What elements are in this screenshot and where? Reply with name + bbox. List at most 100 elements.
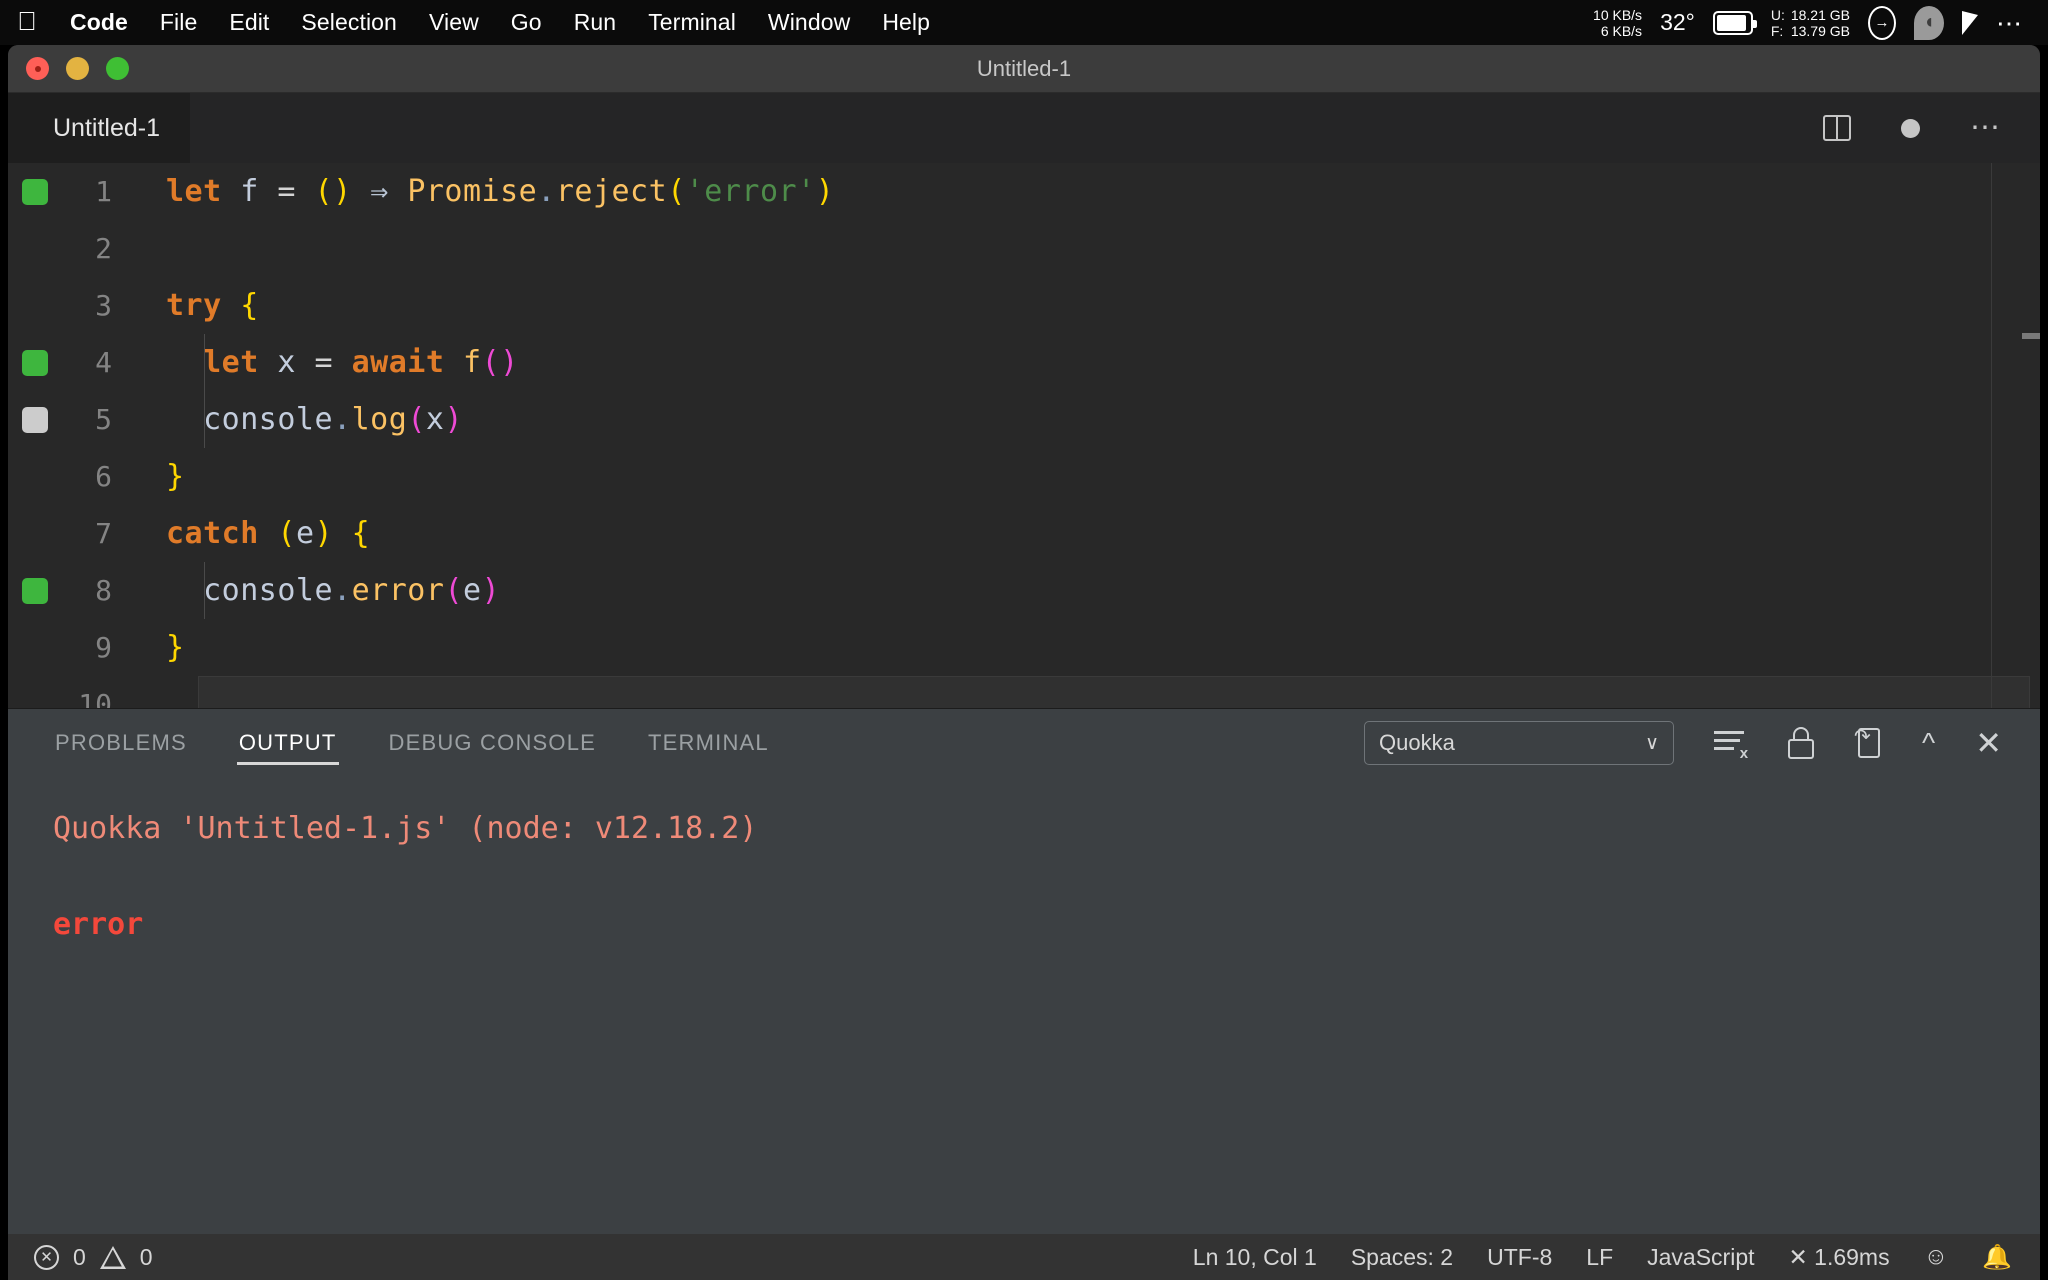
more-actions-icon[interactable]: ⋯: [1970, 113, 2002, 143]
code-token: 'error': [685, 174, 816, 209]
flag-icon[interactable]: [1962, 10, 1978, 35]
panel-tab-debug-console[interactable]: DEBUG CONSOLE: [387, 709, 599, 777]
open-in-editor-icon[interactable]: ↷: [1854, 726, 1882, 760]
code-token: {: [351, 516, 371, 551]
code-token: =: [314, 345, 334, 380]
code-line[interactable]: 9}: [8, 619, 2040, 676]
quokka-gutter-marker: [22, 521, 48, 547]
code-token: let: [203, 345, 259, 380]
menu-item-file[interactable]: File: [144, 9, 213, 36]
output-content[interactable]: Quokka 'Untitled-1.js' (node: v12.18.2) …: [8, 777, 2040, 1280]
menu-item-selection[interactable]: Selection: [285, 9, 413, 36]
code-token: .: [333, 402, 352, 437]
apple-logo-icon[interactable]: : [0, 8, 54, 37]
battery-icon[interactable]: [1712, 10, 1757, 35]
code-text: let x = await f(): [166, 345, 519, 380]
panel-tab-output[interactable]: OUTPUT: [236, 709, 339, 777]
warning-triangle-icon[interactable]: [99, 1245, 126, 1269]
code-line[interactable]: 2: [8, 220, 2040, 277]
disk-used-value: 18.21 GB: [1790, 6, 1850, 23]
indentation-setting[interactable]: Spaces: 2: [1351, 1244, 1453, 1271]
editor-lines: 1 let f = () ⇒ Promise.reject('error') 2 3 t…: [8, 163, 2040, 708]
menu-item-help[interactable]: Help: [866, 9, 946, 36]
code-line[interactable]: 4 let x = await f(): [8, 334, 2040, 391]
line-number: 9: [95, 631, 112, 664]
panel-tab-problems[interactable]: PROBLEMS: [53, 709, 189, 777]
quokka-gutter-marker: [22, 293, 48, 319]
circle-arrow-icon[interactable]: →: [1868, 5, 1896, 40]
line-number: 3: [95, 289, 112, 322]
tab-untitled-1[interactable]: Untitled-1: [8, 93, 190, 163]
quokka-gutter-marker: [22, 464, 48, 490]
split-editor-icon[interactable]: [1823, 115, 1851, 141]
net-upload-speed: 10 KB/s: [1593, 6, 1643, 23]
quokka-gutter-marker: [22, 577, 48, 604]
encoding-setting[interactable]: UTF-8: [1487, 1244, 1552, 1271]
maximize-panel-icon[interactable]: ^: [1922, 729, 1935, 757]
quokka-run-time[interactable]: ✕ 1.69ms: [1789, 1244, 1890, 1271]
editor-overview-ruler: [1991, 163, 1992, 708]
language-mode[interactable]: JavaScript: [1647, 1244, 1754, 1271]
menu-item-code[interactable]: Code: [54, 9, 144, 36]
code-token: e: [463, 573, 482, 608]
menu-item-edit[interactable]: Edit: [213, 9, 285, 36]
swirl-icon[interactable]: ◖: [1914, 5, 1944, 40]
close-panel-icon[interactable]: ✕: [1975, 727, 2002, 759]
menu-item-run[interactable]: Run: [558, 9, 633, 36]
code-token: ): [333, 174, 352, 209]
window-title: Untitled-1: [976, 55, 1072, 81]
ellipsis-icon[interactable]: ⋯: [1996, 10, 2024, 36]
feedback-icon[interactable]: ☺: [1924, 1243, 1949, 1271]
editor-scrollbar-thumb[interactable]: [2022, 333, 2040, 339]
unsaved-dot-icon[interactable]: [1901, 118, 1920, 138]
editor-actions: ⋯: [1823, 113, 2040, 143]
code-line[interactable]: 10: [8, 676, 2040, 708]
code-line[interactable]: 5 console.log(x): [8, 391, 2040, 448]
code-token: {: [240, 288, 259, 323]
code-token: .: [537, 174, 556, 209]
status-bar: ✕ 0 0 Ln 10, Col 1 Spaces: 2 UTF-8 LF Ja…: [8, 1234, 2040, 1280]
lock-scroll-icon[interactable]: [1788, 727, 1815, 759]
code-text: try {: [166, 288, 259, 323]
panel-tabs: PROBLEMS OUTPUT DEBUG CONSOLE TERMINAL: [53, 709, 819, 777]
menu-item-go[interactable]: Go: [495, 9, 558, 36]
code-editor[interactable]: 1 let f = () ⇒ Promise.reject('error') 2 3 t…: [8, 163, 2040, 708]
error-circle-icon[interactable]: ✕: [34, 1244, 59, 1270]
code-line[interactable]: 6}: [8, 448, 2040, 505]
editor-scrollbar[interactable]: [2022, 163, 2040, 708]
code-token: ): [444, 402, 463, 437]
clear-output-icon[interactable]: x: [1714, 728, 1748, 762]
code-line[interactable]: 7 catch (e) {: [8, 505, 2040, 562]
status-bar-right: Ln 10, Col 1 Spaces: 2 UTF-8 LF JavaScri…: [1193, 1243, 2012, 1272]
macos-status-items: 10 KB/s 6 KB/s 32° U: F: 18.21 GB 13.79 …: [1593, 5, 2030, 40]
panel-tab-terminal[interactable]: TERMINAL: [646, 709, 771, 777]
bottom-panel: PROBLEMS OUTPUT DEBUG CONSOLE TERMINAL Quok…: [8, 708, 2040, 1280]
code-token: catch: [166, 516, 259, 551]
output-channel-select[interactable]: Quokka ∨: [1364, 721, 1675, 765]
warnings-count[interactable]: 0: [140, 1244, 153, 1271]
indent-guide: [204, 562, 205, 619]
code-line[interactable]: 8 console.error(e): [8, 562, 2040, 619]
notifications-bell-icon[interactable]: 🔔: [1982, 1243, 2012, 1272]
menu-item-view[interactable]: View: [413, 9, 495, 36]
cursor-position[interactable]: Ln 10, Col 1: [1193, 1244, 1317, 1271]
code-token: reject: [555, 174, 668, 209]
eol-setting[interactable]: LF: [1586, 1244, 1613, 1271]
code-token: ⇒: [370, 174, 389, 209]
code-line[interactable]: 1 let f = () ⇒ Promise.reject('error'): [8, 163, 2040, 220]
code-token: (: [407, 402, 426, 437]
menu-item-terminal[interactable]: Terminal: [632, 9, 752, 36]
status-bar-left: ✕ 0 0: [34, 1244, 153, 1271]
code-token: }: [166, 459, 185, 494]
errors-count[interactable]: 0: [73, 1244, 86, 1271]
vscode-window: Untitled-1 Untitled-1 ⋯ 1 let f = () ⇒ Pr…: [8, 45, 2040, 1280]
code-line[interactable]: 3 try {: [8, 277, 2040, 334]
menu-item-window[interactable]: Window: [752, 9, 866, 36]
output-line: Quokka 'Untitled-1.js' (node: v12.18.2): [53, 811, 758, 846]
